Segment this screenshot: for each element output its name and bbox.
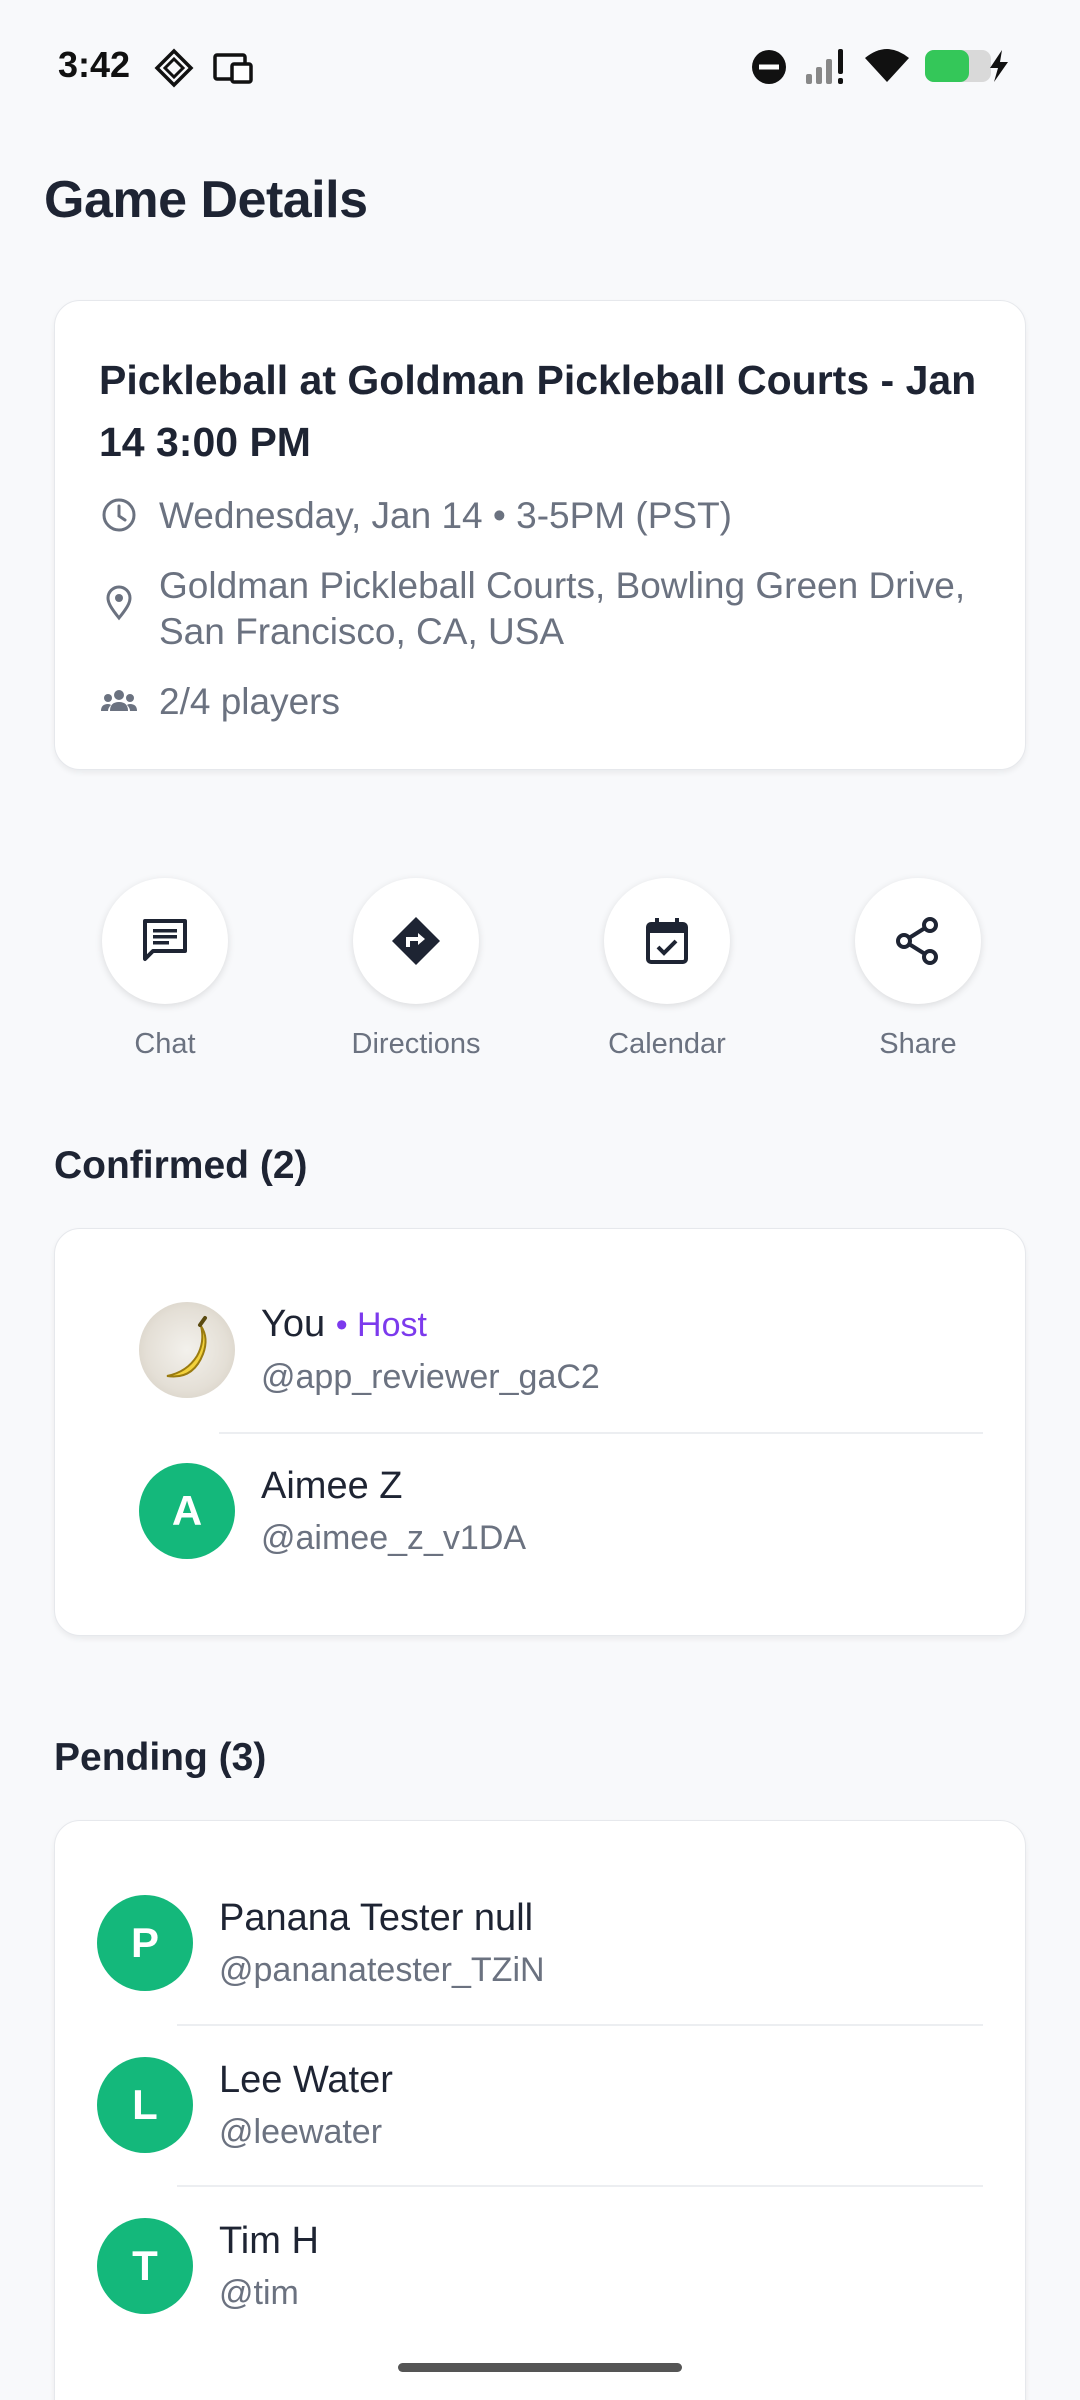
list-item[interactable]: L Lee Water @leewater xyxy=(97,2055,393,2155)
person-handle: @leewater xyxy=(219,2113,383,2151)
person-handle: @tim xyxy=(219,2274,299,2312)
page-title: Game Details xyxy=(44,171,368,229)
avatar: P xyxy=(97,1895,193,1991)
host-badge: • Host xyxy=(335,1306,427,1344)
person-text: Tim H @tim xyxy=(219,2216,319,2316)
location-diamond-icon xyxy=(154,48,194,88)
confirmed-section-title: Confirmed (2) xyxy=(54,1144,308,1187)
location-pin-icon xyxy=(106,585,132,621)
confirmed-list-card: You • Host @app_reviewer_gaC2 A Aimee Z … xyxy=(54,1228,1026,1636)
pending-section-title: Pending (3) xyxy=(54,1736,267,1779)
person-handle: @aimee_z_v1DA xyxy=(261,1519,527,1557)
directions-action[interactable]: Directions xyxy=(351,878,481,1060)
game-players-row: 2/4 players xyxy=(99,679,979,725)
battery-charging-icon xyxy=(925,50,1008,82)
game-players: 2/4 players xyxy=(159,681,340,722)
share-action[interactable]: Share xyxy=(853,878,983,1060)
game-location-row[interactable]: Goldman Pickleball Courts, Bowling Green… xyxy=(99,563,979,655)
avatar xyxy=(139,1301,235,1398)
chat-button[interactable] xyxy=(102,878,228,1004)
directions-icon xyxy=(392,917,440,965)
list-item[interactable]: A Aimee Z @aimee_z_v1DA xyxy=(139,1461,526,1561)
avatar: T xyxy=(97,2218,193,2314)
list-item[interactable]: T Tim H @tim xyxy=(97,2216,319,2316)
share-button[interactable] xyxy=(855,878,981,1004)
avatar: A xyxy=(139,1463,235,1559)
game-datetime: Wednesday, Jan 14 • 3-5PM (PST) xyxy=(159,495,732,536)
list-item[interactable]: P Panana Tester null @pananatester_TZiN xyxy=(97,1893,545,1993)
chat-label: Chat xyxy=(134,1028,196,1060)
game-datetime-row: Wednesday, Jan 14 • 3-5PM (PST) xyxy=(99,493,979,539)
list-item[interactable]: You • Host @app_reviewer_gaC2 xyxy=(139,1299,600,1400)
game-info-card: Pickleball at Goldman Pickleball Courts … xyxy=(54,300,1026,770)
banana-icon xyxy=(166,1315,207,1378)
directions-label: Directions xyxy=(351,1028,481,1060)
person-name: You xyxy=(261,1303,326,1345)
clock-icon xyxy=(102,498,136,532)
person-name: Aimee Z xyxy=(261,1465,403,1507)
person-text: Lee Water @leewater xyxy=(219,2055,393,2155)
divider xyxy=(219,1432,983,1434)
avatar: L xyxy=(97,2057,193,2153)
divider xyxy=(177,2185,983,2187)
share-label: Share xyxy=(879,1028,957,1060)
cast-icon xyxy=(213,53,253,84)
person-name: Lee Water xyxy=(219,2059,393,2101)
directions-button[interactable] xyxy=(353,878,479,1004)
divider xyxy=(177,2024,983,2026)
signal-icon xyxy=(806,49,843,84)
game-location: Goldman Pickleball Courts, Bowling Green… xyxy=(159,565,966,652)
calendar-label: Calendar xyxy=(608,1028,726,1060)
status-bar: 3:42 xyxy=(0,0,1080,130)
calendar-action[interactable]: Calendar xyxy=(602,878,732,1060)
wifi-icon xyxy=(865,49,909,82)
status-time: 3:42 xyxy=(58,44,131,85)
calendar-icon xyxy=(646,918,688,964)
chat-action[interactable]: Chat xyxy=(100,878,230,1060)
pending-list-card: P Panana Tester null @pananatester_TZiN … xyxy=(54,1820,1026,2400)
share-icon xyxy=(896,917,938,965)
home-indicator[interactable] xyxy=(398,2363,682,2372)
person-name: Panana Tester null xyxy=(219,1897,534,1939)
chat-icon xyxy=(143,919,187,961)
person-name: Tim H xyxy=(219,2220,319,2262)
game-title: Pickleball at Goldman Pickleball Courts … xyxy=(99,357,977,465)
person-text: Panana Tester null @pananatester_TZiN xyxy=(219,1893,545,1993)
dnd-icon xyxy=(752,50,786,84)
calendar-button[interactable] xyxy=(604,878,730,1004)
person-handle: @pananatester_TZiN xyxy=(219,1951,545,1989)
group-icon xyxy=(101,690,137,711)
person-text: Aimee Z @aimee_z_v1DA xyxy=(261,1461,526,1561)
person-text: You • Host @app_reviewer_gaC2 xyxy=(261,1299,600,1400)
person-handle: @app_reviewer_gaC2 xyxy=(261,1358,600,1396)
